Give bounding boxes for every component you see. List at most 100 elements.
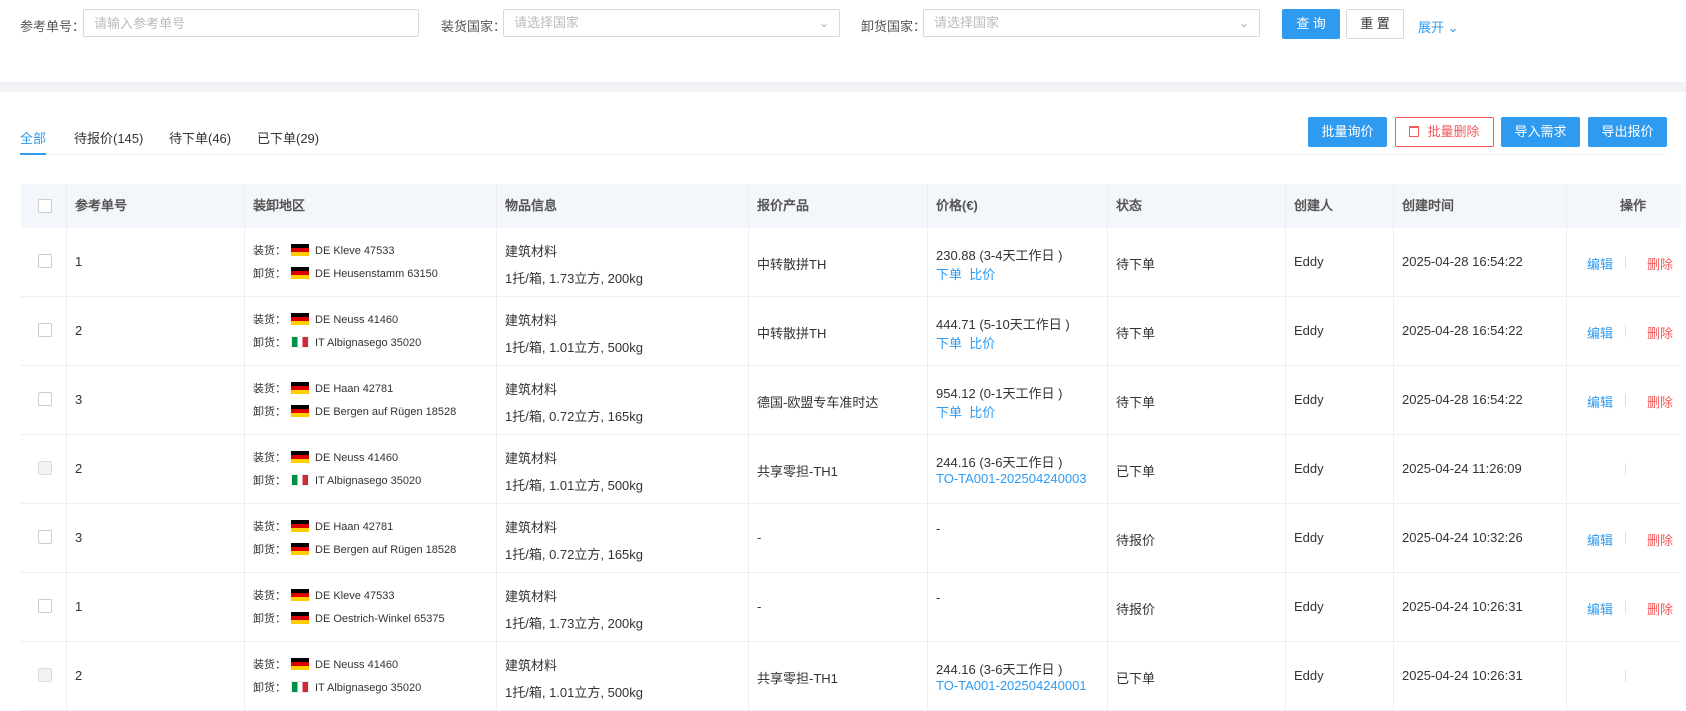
expand-link[interactable]: 展开 ⌄ <box>1418 17 1459 36</box>
creator-name: Eddy <box>1294 530 1324 545</box>
created-time: 2025-04-24 10:26:31 <box>1402 599 1523 614</box>
edit-link[interactable]: 编辑 <box>1587 323 1613 342</box>
created-time: 2025-04-24 11:26:09 <box>1402 461 1522 476</box>
status-text: 已下单 <box>1116 464 1156 479</box>
batch-inquiry-button[interactable]: 批量询价 <box>1308 117 1387 147</box>
load-route: 装货： DE Kleve 47533 <box>253 242 395 258</box>
region-cell: 装货： DE Neuss 41460 卸货： IT Albignasego 3502… <box>244 642 496 711</box>
created-cell: 2025-04-24 10:26:31 <box>1393 642 1566 711</box>
status-cell: 待报价 <box>1107 573 1285 642</box>
ops-separator <box>1625 601 1626 613</box>
price-value: - <box>936 590 941 605</box>
unload-country-select[interactable]: 请选择国家 ⌄ <box>923 9 1260 37</box>
tab-ordered[interactable]: 已下单(29) <box>257 128 319 147</box>
quote-product: 中转散拼TH <box>757 326 827 341</box>
price-links: TO-TA001-202504240003 <box>936 471 1087 486</box>
ref-number: 3 <box>75 392 83 407</box>
reset-button[interactable]: 重 置 <box>1346 9 1404 39</box>
order-link[interactable]: 下单 <box>936 267 962 282</box>
order-link[interactable]: 下单 <box>936 405 962 420</box>
load-country-select[interactable]: 请选择国家 ⌄ <box>503 9 840 37</box>
ops-cell: 编辑 删除 <box>1566 504 1686 573</box>
row-select-cell <box>21 642 66 711</box>
created-cell: 2025-04-24 11:26:09 <box>1393 435 1566 504</box>
row-checkbox[interactable] <box>38 599 52 613</box>
load-location: DE Haan 42781 <box>315 521 394 533</box>
edit-link[interactable]: 编辑 <box>1587 392 1613 411</box>
unload-prefix: 卸货： <box>253 475 286 487</box>
query-button[interactable]: 查 询 <box>1282 9 1340 39</box>
price-links: TO-TA001-202504240001 <box>936 678 1087 693</box>
unload-prefix: 卸货： <box>253 406 286 418</box>
edit-link[interactable]: 编辑 <box>1587 530 1613 549</box>
delete-link[interactable]: 删除 <box>1647 254 1673 273</box>
unload-flag-icon <box>291 681 309 693</box>
unload-route: 卸货： DE Heusenstamm 63150 <box>253 265 438 281</box>
filter-bar: 参考单号： 装货国家： 请选择国家 ⌄ 卸货国家： 请选择国家 ⌄ 查 询 重 … <box>0 0 1686 82</box>
unload-flag-icon <box>291 612 309 624</box>
unload-prefix: 卸货： <box>253 268 286 280</box>
created-time: 2025-04-28 16:54:22 <box>1402 323 1523 338</box>
ops-separator <box>1625 670 1626 682</box>
goods-detail: 1托/箱, 1.01立方, 500kg <box>505 685 644 700</box>
delete-link[interactable]: 删除 <box>1647 530 1673 549</box>
delete-link[interactable]: 删除 <box>1647 392 1673 411</box>
batch-delete-button[interactable]: 批量删除 <box>1395 117 1494 147</box>
order-number-link[interactable]: TO-TA001-202504240003 <box>936 471 1087 486</box>
tab-all[interactable]: 全部 <box>20 128 46 147</box>
load-flag-icon <box>291 382 309 394</box>
table-row: 2 装货： DE Neuss 41460 卸货： IT Albignasego 35… <box>21 435 1681 504</box>
load-prefix: 装货： <box>253 521 286 533</box>
creator-cell: Eddy <box>1285 366 1393 435</box>
export-quote-button[interactable]: 导出报价 <box>1588 117 1667 147</box>
load-location: DE Haan 42781 <box>315 383 394 395</box>
select-all-checkbox[interactable] <box>38 199 52 213</box>
ops-cell <box>1566 642 1686 711</box>
ref-cell: 2 <box>66 642 244 711</box>
delete-link[interactable]: 删除 <box>1647 323 1673 342</box>
unload-route: 卸货： DE Bergen auf Rügen 18528 <box>253 403 456 419</box>
row-checkbox[interactable] <box>38 323 52 337</box>
compare-link[interactable]: 比价 <box>969 405 995 420</box>
price-links: 下单 比价 <box>936 264 995 283</box>
edit-link[interactable]: 编辑 <box>1587 599 1613 618</box>
price-value: 244.16 (3-6天工作日 ) <box>936 662 1063 677</box>
load-flag-icon <box>291 658 309 670</box>
goods-name: 建筑材料 <box>505 382 558 397</box>
compare-link[interactable]: 比价 <box>969 336 995 351</box>
row-checkbox[interactable] <box>38 392 52 406</box>
row-checkbox[interactable] <box>38 461 52 475</box>
delete-link[interactable]: 删除 <box>1647 599 1673 618</box>
status-text: 待下单 <box>1116 326 1156 341</box>
order-link[interactable]: 下单 <box>936 336 962 351</box>
load-location: DE Kleve 47533 <box>315 590 395 602</box>
tab-pending-order[interactable]: 待下单(46) <box>169 128 231 147</box>
goods-cell: 建筑材料 1托/箱, 1.73立方, 200kg <box>496 573 748 642</box>
row-checkbox[interactable] <box>38 254 52 268</box>
table-row: 1 装货： DE Kleve 47533 卸货： DE Heusenstamm 63… <box>21 228 1681 297</box>
goods-detail: 1托/箱, 0.72立方, 165kg <box>505 409 644 424</box>
creator-cell: Eddy <box>1285 228 1393 297</box>
tab-pending-quote[interactable]: 待报价(145) <box>74 128 143 147</box>
creator-name: Eddy <box>1294 668 1324 683</box>
status-cell: 已下单 <box>1107 435 1285 504</box>
header-product: 报价产品 <box>748 184 927 228</box>
unload-route: 卸货： DE Oestrich-Winkel 65375 <box>253 610 445 626</box>
status-text: 已下单 <box>1116 671 1156 686</box>
edit-link[interactable]: 编辑 <box>1587 254 1613 273</box>
row-checkbox[interactable] <box>38 668 52 682</box>
ops-cell: 编辑 删除 <box>1566 297 1686 366</box>
ref-number: 1 <box>75 599 83 614</box>
unload-prefix: 卸货： <box>253 337 286 349</box>
load-prefix: 装货： <box>253 590 286 602</box>
load-route: 装货： DE Kleve 47533 <box>253 587 395 603</box>
price-cell: 244.16 (3-6天工作日 ) TO-TA001-202504240001 <box>927 642 1107 711</box>
import-demand-button[interactable]: 导入需求 <box>1501 117 1580 147</box>
creator-name: Eddy <box>1294 323 1324 338</box>
compare-link[interactable]: 比价 <box>969 267 995 282</box>
ref-number-input[interactable] <box>83 9 419 37</box>
created-cell: 2025-04-28 16:54:22 <box>1393 228 1566 297</box>
row-checkbox[interactable] <box>38 530 52 544</box>
quote-product: 德国-欧盟专车准时达 <box>757 395 879 410</box>
order-number-link[interactable]: TO-TA001-202504240001 <box>936 678 1087 693</box>
